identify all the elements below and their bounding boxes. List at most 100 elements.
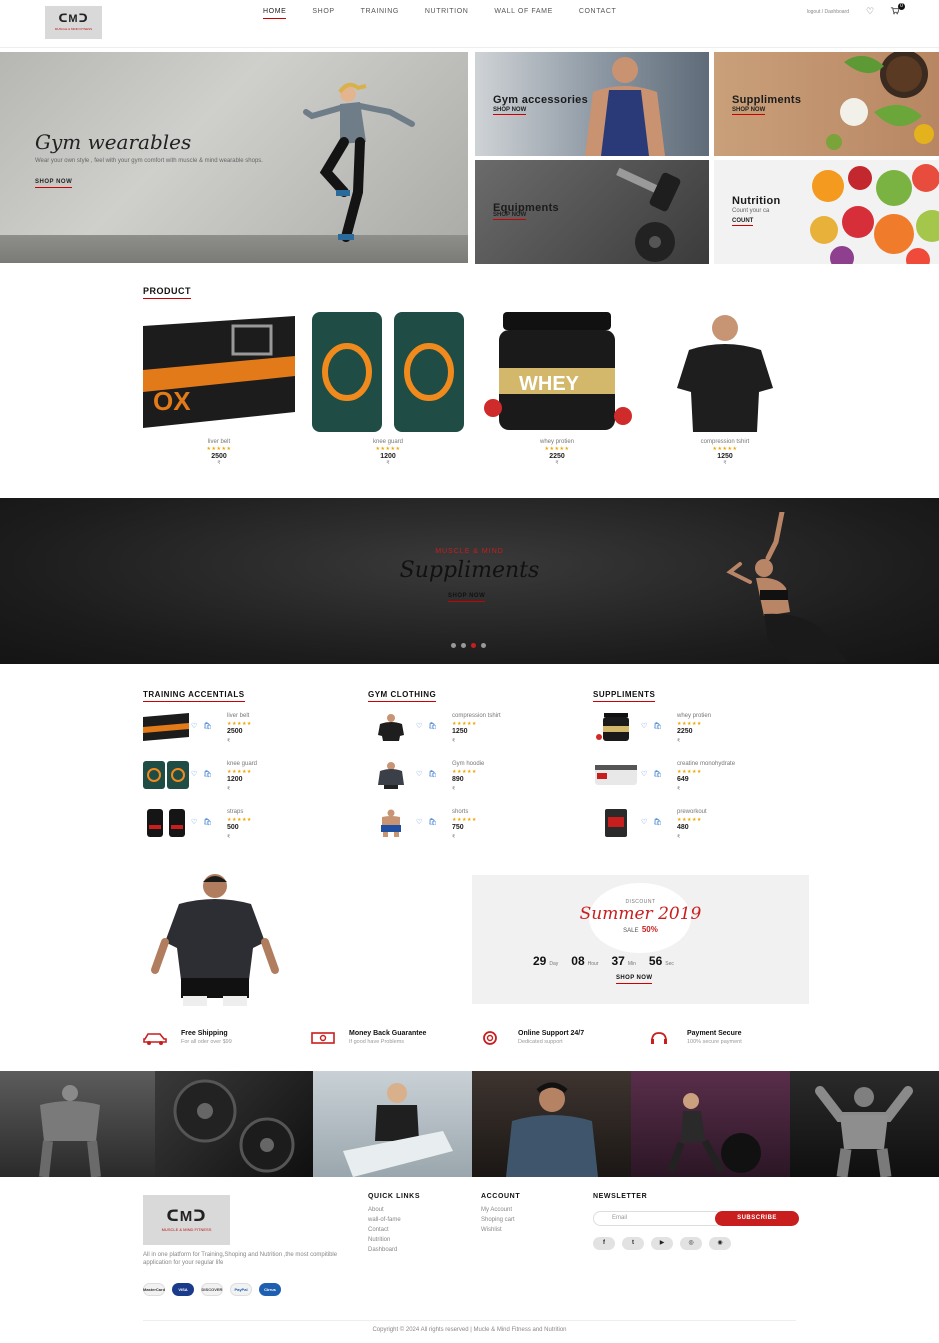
footer-link-nutrition[interactable]: Nutrition (368, 1237, 390, 1243)
account-links[interactable]: logout / Dashboard (807, 9, 849, 15)
item-actions-wishlist-cart-icon[interactable]: ♡ 🛍 (641, 770, 664, 778)
product-name: compression tshirt (700, 439, 750, 445)
slider-dot[interactable] (451, 643, 456, 648)
feature-payment-secure: Payment Secure 100% secure payment (649, 1030, 809, 1050)
item-name: creatine monohydrate (677, 761, 736, 767)
hero-athlete-image (303, 82, 415, 242)
list-item[interactable]: ♡ 🛍 preworkout ★★★★★ 480 ₹ (593, 809, 813, 849)
item-actions-wishlist-cart-icon[interactable]: ♡ 🛍 (191, 770, 214, 778)
currency-symbol: ₹ (677, 786, 681, 792)
nav-home[interactable]: HOME (263, 8, 287, 19)
list-item[interactable]: ♡ 🛍 compression tshirt ★★★★★ 1250 ₹ (368, 713, 588, 753)
footer-link-wishlist[interactable]: Wishlist (481, 1227, 502, 1233)
product-card[interactable]: knee guard ★★★★★ 1200 ₹ (312, 312, 464, 472)
list-item[interactable]: ♡ 🛍 liver belt ★★★★★ 2500 ₹ (143, 713, 363, 753)
instagram-icon[interactable]: ◎ (680, 1237, 702, 1250)
countdown-days: 29 Day (533, 954, 558, 968)
tile-equipments[interactable]: Equipments SHOP NOW (475, 160, 709, 264)
wishlist-heart-icon[interactable]: ♡ (865, 6, 875, 16)
tile-count-link[interactable]: COUNT (732, 218, 754, 226)
countdown-hours: 08 Hour (571, 954, 598, 968)
item-price: 1200 (227, 776, 243, 783)
product-price: 1200 (380, 453, 396, 460)
item-actions-wishlist-cart-icon[interactable]: ♡ 🛍 (191, 722, 214, 730)
tile-shop-now-link[interactable]: SHOP NOW (732, 107, 766, 115)
rating-stars: ★★★★★ (677, 817, 702, 823)
gallery-image[interactable] (0, 1071, 155, 1177)
currency-symbol: ₹ (723, 460, 727, 466)
product-name: liver belt (207, 439, 231, 445)
item-actions-wishlist-cart-icon[interactable]: ♡ 🛍 (641, 722, 664, 730)
hero-shop-now-link[interactable]: SHOP NOW (35, 179, 73, 188)
countdown-value: 37 (611, 954, 625, 968)
main-nav: HOME SHOP TRAINING NUTRITION WALL OF FAM… (263, 8, 642, 19)
slider-shop-now-link[interactable]: SHOP NOW (448, 593, 486, 602)
tile-shop-now-link[interactable]: SHOP NOW (493, 107, 527, 115)
nav-contact[interactable]: CONTACT (579, 8, 617, 19)
list-item[interactable]: ♡ 🛍 creatine monohydrate ★★★★★ 649 ₹ (593, 761, 813, 801)
facebook-icon[interactable]: f (593, 1237, 615, 1250)
tile-gym-accessories[interactable]: Gym accessories SHOP NOW (475, 52, 709, 156)
headset-icon (651, 1032, 667, 1044)
footer-logo[interactable]: ᑕMᑐ MUSCLE & MIND FITNESS (143, 1195, 230, 1245)
nav-wall-of-fame[interactable]: WALL OF FAME (494, 8, 552, 19)
item-actions-wishlist-cart-icon[interactable]: ♡ 🛍 (641, 818, 664, 826)
car-icon (143, 1033, 167, 1045)
item-price: 649 (677, 776, 689, 783)
item-actions-wishlist-cart-icon[interactable]: ♡ 🛍 (416, 770, 439, 778)
copyright-text: Copyright © 2024 All rights reserved | M… (372, 1327, 567, 1333)
paypal-icon: PayPal (230, 1283, 252, 1296)
tile-shop-now-link[interactable]: SHOP NOW (493, 212, 527, 220)
footer-link-my-account[interactable]: My Account (481, 1207, 512, 1213)
footer-link-shopping-cart[interactable]: Shoping cart (481, 1217, 515, 1223)
product-name: knee guard (372, 439, 404, 445)
item-actions-wishlist-cart-icon[interactable]: ♡ 🛍 (416, 818, 439, 826)
footer-link-contact[interactable]: Contact (368, 1227, 389, 1233)
item-thumbnail (596, 713, 629, 741)
item-actions-wishlist-cart-icon[interactable]: ♡ 🛍 (191, 818, 214, 826)
gallery-image[interactable] (631, 1071, 790, 1177)
twitter-icon[interactable]: t (622, 1237, 644, 1250)
slider-dot[interactable] (461, 643, 466, 648)
slider-dot[interactable] (481, 643, 486, 648)
subscribe-button[interactable]: SUBSCRIBE (715, 1211, 799, 1226)
nav-training[interactable]: TRAINING (361, 8, 399, 19)
list-item[interactable]: ♡ 🛍 shorts ★★★★★ 750 ₹ (368, 809, 588, 849)
newsletter-email-input[interactable]: Email (593, 1211, 723, 1226)
slider-dot-active[interactable] (471, 643, 476, 648)
rating-stars: ★★★★★ (206, 446, 232, 452)
lifebuoy-icon (483, 1031, 497, 1045)
nav-nutrition[interactable]: NUTRITION (425, 8, 469, 19)
list-item[interactable]: ♡ 🛍 straps ★★★★★ 500 ₹ (143, 809, 363, 849)
currency-symbol: ₹ (452, 786, 456, 792)
item-actions-wishlist-cart-icon[interactable]: ♡ 🛍 (416, 722, 439, 730)
pinterest-icon[interactable]: ◉ (709, 1237, 731, 1250)
footer-link-about[interactable]: About (368, 1207, 384, 1213)
countdown-value: 29 (533, 954, 547, 968)
item-name: Gym hoodie (452, 761, 485, 767)
site-logo[interactable]: ᑕMᑐ MUSCLE & MIND FITNESS (45, 6, 102, 39)
list-item[interactable]: ♡ 🛍 Gym hoodie ★★★★★ 890 ₹ (368, 761, 588, 801)
list-item[interactable]: ♡ 🛍 whey protien ★★★★★ 2250 ₹ (593, 713, 813, 753)
slider-athlete-image (726, 512, 848, 662)
youtube-icon[interactable]: ▶ (651, 1237, 673, 1250)
tile-suppliments[interactable]: Suppliments SHOP NOW (714, 52, 939, 156)
cirrus-icon: Cirrus (259, 1283, 281, 1296)
product-card[interactable]: WHEY whey protien ★★★★★ 2250 ₹ (481, 312, 633, 472)
deal-shop-now-link[interactable]: SHOP NOW (616, 975, 653, 984)
list-item[interactable]: ♡ 🛍 knee guard ★★★★★ 1200 ₹ (143, 761, 363, 801)
item-thumbnail (378, 714, 404, 741)
gallery-image[interactable] (155, 1071, 313, 1177)
gallery-image[interactable] (313, 1071, 472, 1177)
footer-link-dashboard[interactable]: Dashboard (368, 1247, 397, 1253)
tile-nutrition[interactable]: Nutrition Count your ca COUNT (714, 160, 939, 264)
product-price: 1250 (717, 453, 733, 460)
footer-link-wall-of-fame[interactable]: wall-of-fame (368, 1217, 401, 1223)
nav-shop[interactable]: SHOP (312, 8, 334, 19)
currency-symbol: ₹ (555, 460, 559, 466)
sale-label: SALE (623, 928, 639, 934)
product-card[interactable]: OX liver belt ★★★★★ 2500 ₹ (143, 312, 295, 472)
gallery-image[interactable] (790, 1071, 939, 1177)
gallery-image[interactable] (472, 1071, 631, 1177)
product-card[interactable]: compression tshirt ★★★★★ 1250 ₹ (649, 312, 801, 472)
